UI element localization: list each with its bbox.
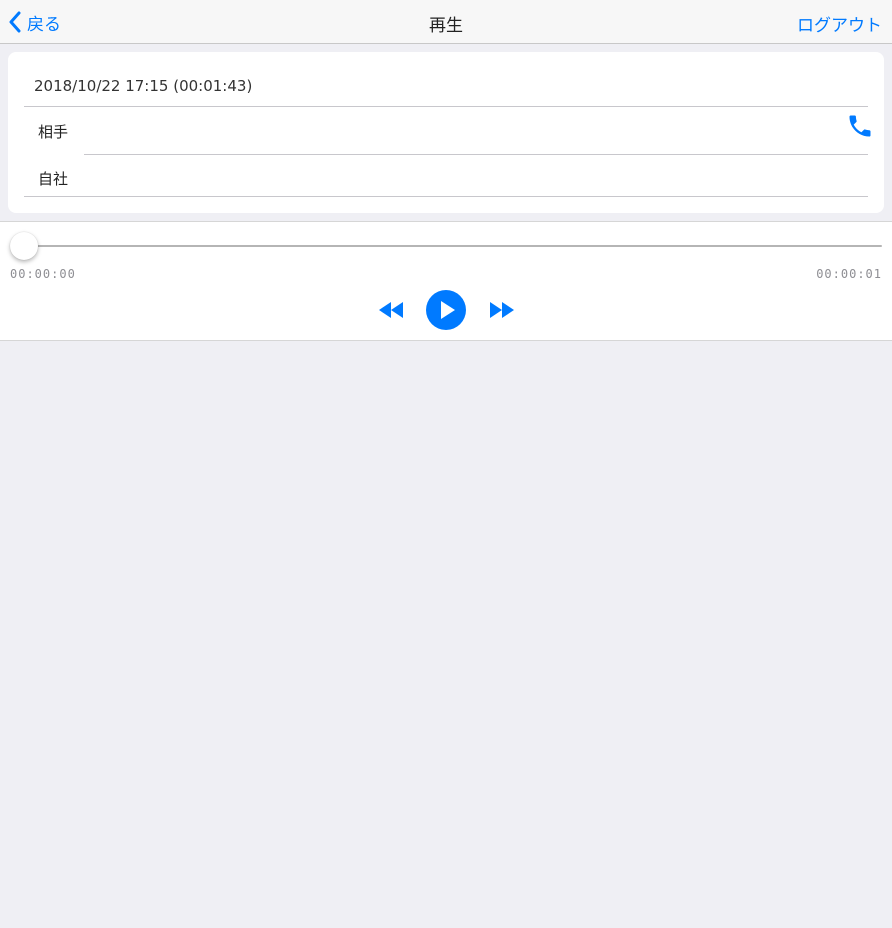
- total-time: 00:00:01: [816, 267, 882, 281]
- divider: [24, 196, 868, 197]
- navigation-bar: 戻る 再生 ログアウト: [0, 0, 892, 44]
- divider: [84, 154, 868, 155]
- row-label-own-company: 自社: [38, 170, 69, 188]
- rewind-icon[interactable]: [378, 301, 404, 319]
- progress-thumb[interactable]: [10, 232, 38, 260]
- play-icon[interactable]: [426, 290, 466, 330]
- progress-track[interactable]: [10, 245, 882, 247]
- call-datetime: 2018/10/22 17:15 (00:01:43): [34, 77, 253, 95]
- page-title: 再生: [429, 16, 463, 36]
- logout-button[interactable]: ログアウト: [797, 11, 882, 36]
- fast-forward-icon[interactable]: [489, 301, 515, 319]
- call-info-card: 2018/10/22 17:15 (00:01:43) 相手 自社: [8, 52, 884, 213]
- row-label-other-party: 相手: [38, 123, 69, 141]
- phone-icon[interactable]: [846, 112, 874, 140]
- divider: [24, 106, 868, 107]
- current-time: 00:00:00: [10, 267, 76, 281]
- audio-player: 00:00:00 00:00:01: [0, 221, 892, 341]
